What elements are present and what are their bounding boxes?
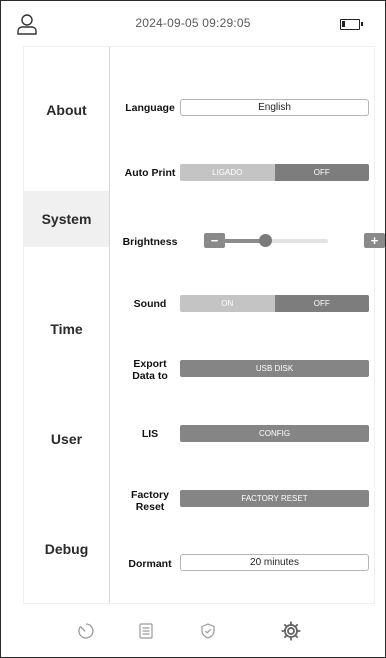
brightness-slider-thumb[interactable] — [259, 234, 272, 247]
device-frame: 2024-09-05 09:29:05 About System Time Us… — [0, 0, 386, 658]
list-icon[interactable] — [134, 619, 158, 643]
sound-on-option[interactable]: ON — [180, 295, 275, 312]
brightness-increase-button[interactable]: + — [364, 233, 385, 248]
sidebar-item-debug[interactable]: Debug — [24, 521, 109, 577]
status-bar: 2024-09-05 09:29:05 — [1, 1, 385, 45]
lis-config-button[interactable]: CONFIG — [180, 425, 369, 442]
export-data-label: Export Data to — [132, 358, 168, 382]
factory-reset-button[interactable]: FACTORY RESET — [180, 490, 369, 507]
sound-off-option[interactable]: OFF — [274, 295, 369, 312]
settings-panel: About System Time User Debug Language En… — [24, 47, 385, 603]
settings-sidebar: About System Time User Debug — [24, 47, 110, 603]
auto-print-on-option[interactable]: LIGADO — [180, 164, 275, 181]
lis-label: LIS — [141, 428, 159, 440]
auto-print-toggle: LIGADO OFF — [180, 164, 369, 181]
dormant-select[interactable]: 20 minutes — [180, 554, 369, 571]
gear-icon[interactable] — [279, 619, 303, 643]
dormant-label: Dormant — [128, 558, 172, 570]
sidebar-item-user[interactable]: User — [24, 411, 109, 467]
sound-label: Sound — [133, 298, 167, 310]
brightness-slider[interactable] — [223, 234, 328, 247]
sound-toggle: ON OFF — [180, 295, 369, 312]
system-settings: Language English Auto Print LIGADO OFF B… — [110, 47, 385, 603]
brightness-decrease-button[interactable]: − — [204, 233, 225, 248]
timer-icon[interactable] — [74, 619, 98, 643]
language-label: Language — [125, 102, 175, 114]
sidebar-item-system[interactable]: System — [24, 191, 109, 247]
auto-print-off-option[interactable]: OFF — [274, 164, 369, 181]
factory-reset-label: Factory Reset — [131, 489, 169, 513]
shield-check-icon[interactable] — [196, 619, 220, 643]
export-usb-disk-button[interactable]: USB DISK — [180, 360, 369, 377]
sidebar-item-about[interactable]: About — [24, 82, 109, 138]
sidebar-item-time[interactable]: Time — [24, 301, 109, 357]
bottom-navigation — [24, 605, 374, 657]
auto-print-label: Auto Print — [124, 167, 176, 179]
battery-icon — [340, 19, 363, 30]
datetime-display: 2024-09-05 09:29:05 — [135, 16, 251, 30]
brightness-label: Brightness — [122, 236, 178, 248]
language-select[interactable]: English — [180, 99, 369, 116]
